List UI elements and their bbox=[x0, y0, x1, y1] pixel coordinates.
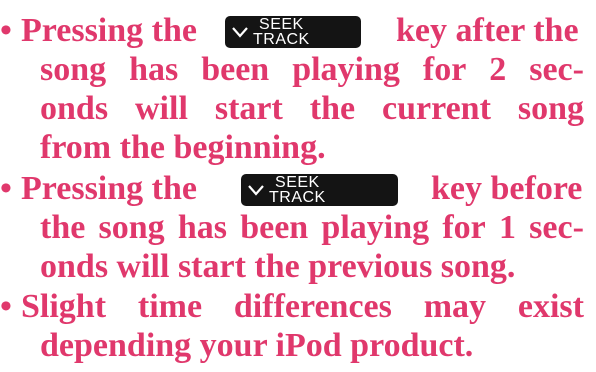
word: song bbox=[98, 209, 165, 246]
line: • Pressing the SEEK TRACK key before bbox=[0, 170, 596, 208]
word: 2 bbox=[489, 51, 507, 88]
word: has bbox=[177, 209, 228, 246]
item-text-before-key: Pressing the bbox=[21, 170, 197, 207]
item-text-after-key: key before bbox=[431, 170, 583, 207]
word: time bbox=[137, 288, 203, 325]
word: for bbox=[442, 209, 486, 246]
word: 1 bbox=[498, 209, 516, 246]
manual-page: • Pressing the SEEK TRACK key after the … bbox=[0, 0, 596, 372]
key-label-track: TRACK bbox=[253, 31, 310, 48]
line: song has been playing for 2 sec- bbox=[0, 51, 596, 89]
word: playing bbox=[292, 51, 400, 88]
key-label-track: TRACK bbox=[269, 189, 326, 206]
seek-track-key: SEEK TRACK bbox=[225, 16, 361, 48]
word: will bbox=[135, 90, 188, 127]
word: the bbox=[309, 90, 356, 127]
line: from the beginning. bbox=[0, 129, 596, 167]
line: depending your iPod product. bbox=[0, 327, 596, 365]
item-last-line: from the beginning. bbox=[40, 129, 326, 166]
word: sec- bbox=[529, 209, 584, 246]
line: • Pressing the SEEK TRACK key after the bbox=[0, 12, 596, 50]
item-text-after-key: key after the bbox=[396, 12, 579, 49]
word: the bbox=[40, 209, 86, 246]
justified-line: onds will start the current song bbox=[40, 90, 584, 128]
word: sec- bbox=[529, 51, 584, 88]
justified-line: song has been playing for 2 sec- bbox=[40, 51, 584, 89]
word: for bbox=[422, 51, 467, 88]
item-text-before-key: Pressing the bbox=[21, 12, 197, 49]
word: exist bbox=[517, 288, 584, 325]
word: song bbox=[40, 51, 107, 88]
item-last-line: depending your iPod product. bbox=[40, 327, 474, 364]
line: onds will start the current song bbox=[0, 90, 596, 128]
key-label-seek: SEEK bbox=[259, 16, 304, 33]
bullet-point: • bbox=[0, 288, 12, 325]
word: start bbox=[214, 90, 283, 127]
word: been bbox=[201, 51, 270, 88]
word: playing bbox=[321, 209, 430, 246]
line: onds will start the previous song. bbox=[0, 248, 596, 286]
seek-track-key: SEEK TRACK bbox=[241, 174, 398, 206]
key-label-seek: SEEK bbox=[275, 174, 320, 191]
chevron-down-icon bbox=[248, 185, 264, 196]
word: song bbox=[517, 90, 584, 127]
chevron-down-icon bbox=[232, 27, 248, 38]
key-label: SEEK TRACK bbox=[253, 16, 310, 48]
justified-line: Slight time differences may exist bbox=[21, 288, 584, 326]
line: the song has been playing for 1 sec- bbox=[0, 209, 596, 247]
bullet-point: • bbox=[0, 12, 12, 49]
word: differences bbox=[233, 288, 392, 325]
word: onds bbox=[40, 90, 109, 127]
bullet-point: • bbox=[0, 170, 12, 207]
item-last-line: onds will start the previous song. bbox=[40, 248, 516, 285]
word: may bbox=[423, 288, 487, 325]
word: current bbox=[382, 90, 491, 127]
word: Slight bbox=[21, 288, 107, 325]
word: been bbox=[240, 209, 309, 246]
key-label: SEEK TRACK bbox=[269, 174, 326, 206]
justified-line: the song has been playing for 1 sec- bbox=[40, 209, 584, 247]
word: has bbox=[129, 51, 179, 88]
line: • Slight time differences may exist bbox=[0, 288, 596, 326]
